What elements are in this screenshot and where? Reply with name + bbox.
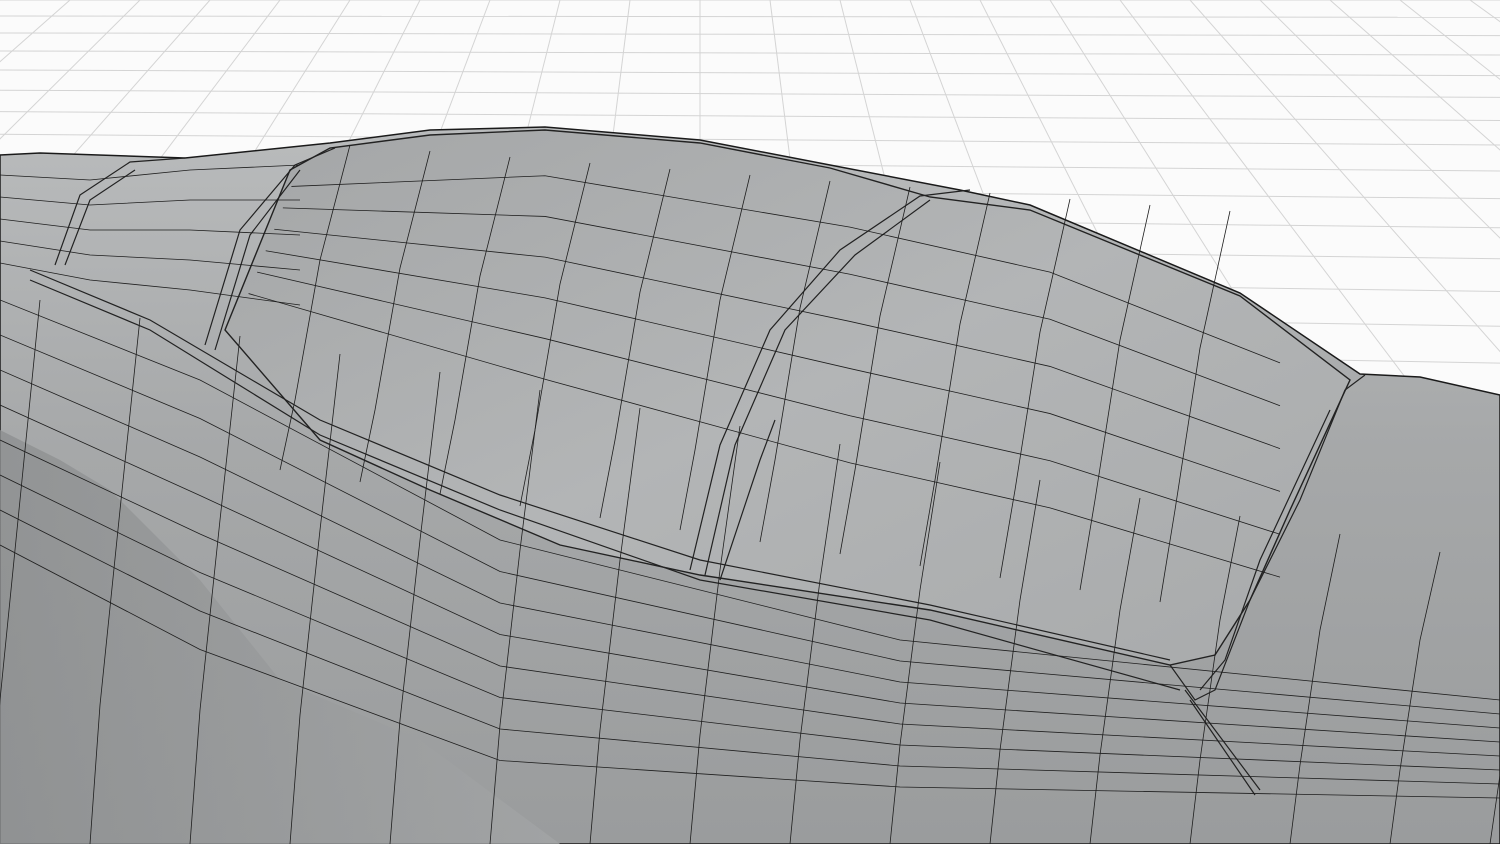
grid-line	[0, 133, 1500, 146]
grid-line	[0, 111, 1500, 122]
grid-line	[0, 50, 1500, 56]
viewport-canvas	[0, 0, 1500, 844]
3d-viewport[interactable]	[0, 0, 1500, 844]
grid-line	[0, 32, 1500, 37]
grid-line	[0, 15, 1500, 18]
